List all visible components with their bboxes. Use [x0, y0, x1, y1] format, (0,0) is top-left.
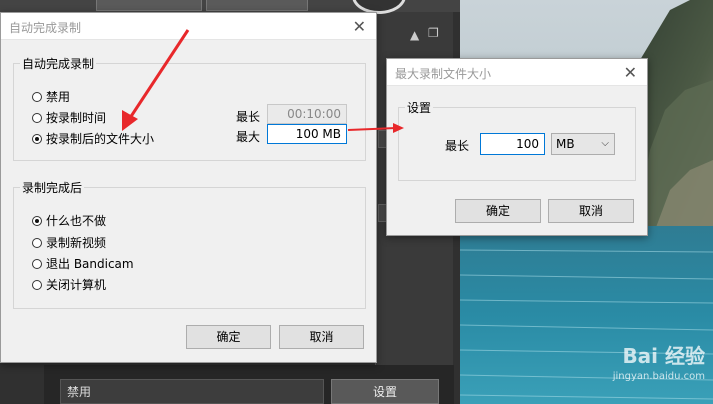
option-by-time[interactable]: 按录制时间: [32, 109, 106, 126]
tab-home[interactable]: [96, 0, 202, 11]
ok-button[interactable]: 确定: [186, 325, 271, 349]
radio-icon: [32, 279, 42, 290]
cancel-button[interactable]: 取消: [548, 199, 634, 223]
dialog-title: 自动完成录制: [9, 21, 82, 35]
max-size-label: 最大: [236, 130, 261, 144]
max-file-size-dialog: 最大录制文件大小 ✕ 设置 最长 100 MB ⌵ 确定 取消: [386, 58, 648, 236]
option-shutdown[interactable]: 关闭计算机: [32, 276, 106, 293]
option-label: 退出 Bandicam: [46, 257, 134, 271]
window-restore-icon[interactable]: ❐: [428, 26, 439, 40]
settings-button[interactable]: 设置: [331, 379, 439, 404]
cancel-button[interactable]: 取消: [279, 325, 364, 349]
option-label: 按录制时间: [46, 111, 107, 125]
option-disabled[interactable]: 禁用: [32, 88, 70, 105]
max-length-field[interactable]: 00:10:00: [267, 104, 347, 124]
option-exit-bandicam[interactable]: 退出 Bandicam: [32, 255, 134, 272]
option-by-file-size[interactable]: 按录制后的文件大小: [32, 130, 154, 147]
option-label: 关闭计算机: [46, 278, 107, 292]
radio-icon: [32, 237, 42, 248]
group-label: 设置: [405, 99, 434, 116]
after-recording-group: 录制完成后 什么也不做 录制新视频 退出 Bandicam 关闭计算机: [13, 179, 366, 309]
tab-2[interactable]: [206, 0, 308, 11]
radio-icon-selected: [32, 215, 42, 226]
dialog-title: 最大录制文件大小: [395, 67, 492, 81]
watermark: Bai 经验 jingyan.baidu.com: [613, 340, 705, 382]
max-size-field[interactable]: 100 MB: [267, 124, 347, 144]
group-label: 自动完成录制: [20, 55, 97, 72]
unit-select[interactable]: MB ⌵: [551, 133, 615, 155]
radio-icon: [32, 258, 42, 269]
group-label: 录制完成后: [20, 179, 85, 196]
auto-complete-dialog: 自动完成录制 ✕ 自动完成录制 禁用 按录制时间 按录制后的文件大小 最长 00…: [0, 12, 377, 363]
watermark-text: Bai 经验: [622, 344, 705, 368]
option-label: 录制新视频: [46, 236, 107, 250]
settings-group: 设置 最长 100 MB ⌵: [398, 99, 636, 181]
ok-button[interactable]: 确定: [455, 199, 541, 223]
unit-select-value: MB: [556, 137, 575, 151]
close-icon[interactable]: ✕: [624, 63, 637, 82]
radio-icon: [32, 91, 42, 102]
option-do-nothing[interactable]: 什么也不做: [32, 212, 106, 229]
option-new-video[interactable]: 录制新视频: [32, 234, 106, 251]
title-bar: 最大录制文件大小 ✕: [387, 59, 647, 86]
option-label: 按录制后的文件大小: [46, 132, 155, 146]
radio-icon: [32, 112, 42, 123]
auto-complete-status-field: 禁用: [60, 379, 324, 404]
title-bar: 自动完成录制 ✕: [1, 13, 376, 40]
collapse-up-icon[interactable]: ▲: [410, 28, 419, 42]
max-length-label: 最长: [236, 110, 261, 124]
option-label: 禁用: [46, 90, 71, 104]
option-label: 什么也不做: [46, 214, 107, 228]
close-icon[interactable]: ✕: [353, 17, 366, 36]
radio-icon-selected: [32, 133, 42, 144]
auto-complete-group: 自动完成录制 禁用 按录制时间 按录制后的文件大小 最长 00:10:00 最大…: [13, 55, 366, 161]
watermark-url: jingyan.baidu.com: [612, 371, 705, 382]
max-label: 最长: [445, 139, 470, 153]
chevron-down-icon: ⌵: [601, 138, 609, 149]
max-size-input[interactable]: 100: [480, 133, 545, 155]
